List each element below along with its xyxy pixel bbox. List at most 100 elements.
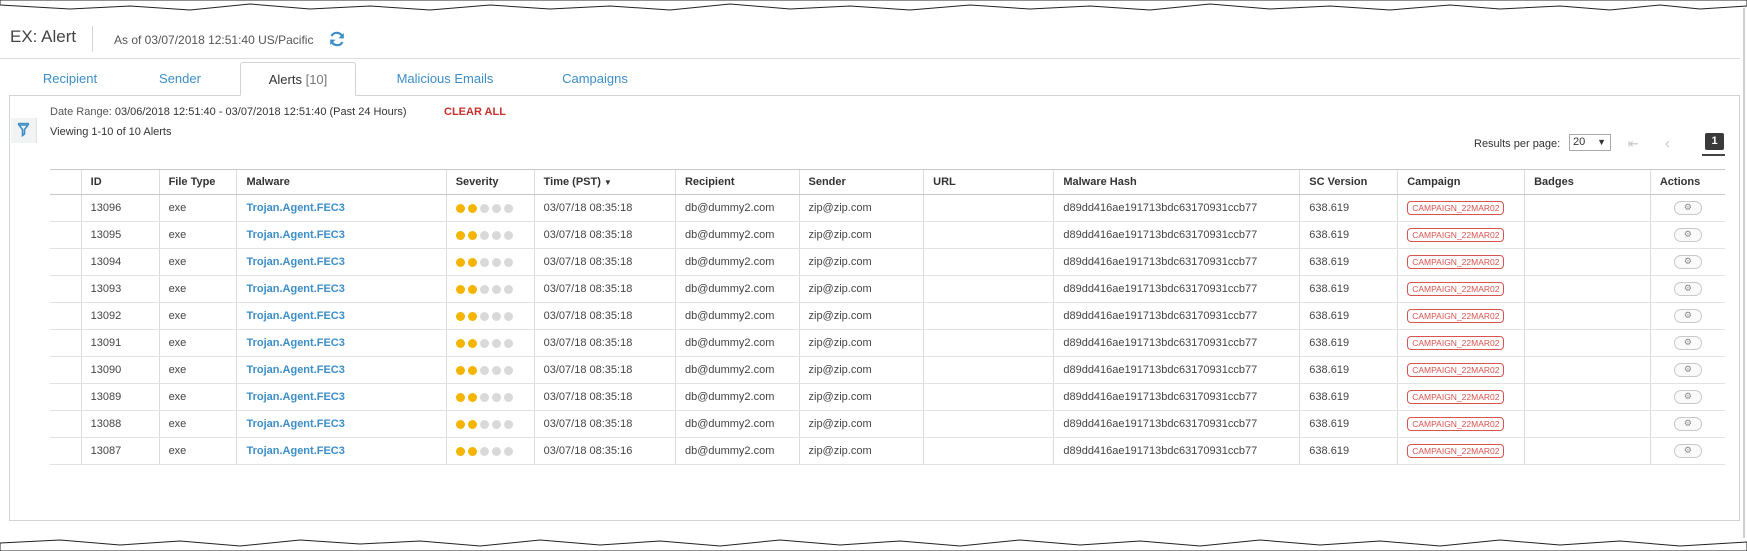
malware-link[interactable]: Trojan.Agent.FEC3: [236, 383, 447, 411]
column-header-badges[interactable]: Badges: [1524, 169, 1651, 195]
gear-icon[interactable]: ⚙: [1673, 417, 1702, 431]
results-per-page-value: 20: [1573, 136, 1586, 148]
table-row[interactable]: 13094 exe Trojan.Agent.FEC3 03/07/18 08:35:…: [50, 248, 1725, 276]
malware-link[interactable]: Trojan.Agent.FEC3: [236, 302, 447, 330]
row-select-cell[interactable]: [50, 329, 82, 357]
tab-alerts[interactable]: Alerts [10]: [240, 62, 356, 96]
row-select-cell[interactable]: [50, 194, 82, 222]
table-row[interactable]: 13088 exe Trojan.Agent.FEC3 03/07/18 08:35:…: [50, 410, 1725, 438]
row-select-cell[interactable]: [50, 410, 82, 438]
campaign-badge[interactable]: CAMPAIGN_22MAR02: [1407, 309, 1505, 323]
column-header-file-type[interactable]: File Type: [158, 169, 237, 195]
severity-dot: [455, 419, 465, 429]
severity-dot: [467, 392, 477, 402]
row-select-cell[interactable]: [50, 275, 82, 303]
table-row[interactable]: 13092 exe Trojan.Agent.FEC3 03/07/18 08:35:…: [50, 302, 1725, 330]
row-select-cell[interactable]: [50, 248, 82, 276]
malware-link[interactable]: Trojan.Agent.FEC3: [236, 356, 447, 384]
table-row[interactable]: 13091 exe Trojan.Agent.FEC3 03/07/18 08:35:…: [50, 329, 1725, 357]
row-select-cell[interactable]: [50, 437, 82, 465]
gear-icon[interactable]: ⚙: [1673, 363, 1702, 377]
table-header-row: ID File Type Malware Severity Time (PST)…: [50, 169, 1725, 195]
gear-icon[interactable]: ⚙: [1673, 444, 1702, 458]
campaign-badge[interactable]: CAMPAIGN_22MAR02: [1407, 201, 1505, 215]
prev-page-icon[interactable]: ‹: [1665, 135, 1670, 152]
gear-icon[interactable]: ⚙: [1673, 201, 1702, 215]
filter-toggle-button[interactable]: [11, 118, 37, 143]
gear-icon[interactable]: ⚙: [1673, 390, 1702, 404]
campaign-badge[interactable]: CAMPAIGN_22MAR02: [1407, 255, 1505, 269]
column-header-sender[interactable]: Sender: [798, 169, 924, 195]
refresh-icon[interactable]: [328, 30, 346, 48]
alert-id: 13089: [80, 383, 160, 411]
row-select-cell[interactable]: [50, 356, 82, 384]
malware-link[interactable]: Trojan.Agent.FEC3: [236, 437, 447, 465]
column-header-sc-version[interactable]: SC Version: [1299, 169, 1398, 195]
column-header-malware-hash[interactable]: Malware Hash: [1053, 169, 1300, 195]
page-header: EX: Alert As of 03/07/2018 12:51:40 US/P…: [0, 12, 1740, 59]
badges-cell: [1524, 383, 1651, 411]
malware-hash: d89dd416ae191713bdc63170931ccb77: [1053, 221, 1300, 249]
table-row[interactable]: 13087 exe Trojan.Agent.FEC3 03/07/18 08:35:…: [50, 437, 1725, 465]
campaign-badge[interactable]: CAMPAIGN_22MAR02: [1407, 417, 1505, 431]
row-select-cell[interactable]: [50, 302, 82, 330]
malware-link[interactable]: Trojan.Agent.FEC3: [236, 329, 447, 357]
row-select-cell[interactable]: [50, 383, 82, 411]
viewing-count: Viewing 1-10 of 10 Alerts: [50, 126, 172, 138]
tab-bar: Recipient Sender Alerts [10] Malicious E…: [0, 62, 1740, 96]
table-row[interactable]: 13090 exe Trojan.Agent.FEC3 03/07/18 08:35:…: [50, 356, 1725, 384]
malware-link[interactable]: Trojan.Agent.FEC3: [236, 275, 447, 303]
gear-icon[interactable]: ⚙: [1673, 228, 1702, 242]
malware-link[interactable]: Trojan.Agent.FEC3: [236, 410, 447, 438]
gear-icon[interactable]: ⚙: [1673, 336, 1702, 350]
column-header-malware[interactable]: Malware: [236, 169, 447, 195]
column-header-severity[interactable]: Severity: [445, 169, 535, 195]
table-row[interactable]: 13093 exe Trojan.Agent.FEC3 03/07/18 08:35:…: [50, 275, 1725, 303]
gear-icon[interactable]: ⚙: [1673, 282, 1702, 296]
column-header-actions: Actions: [1649, 169, 1725, 195]
severity-dot: [455, 230, 465, 240]
tab-malicious-emails[interactable]: Malicious Emails: [380, 62, 510, 95]
malware-hash: d89dd416ae191713bdc63170931ccb77: [1053, 329, 1300, 357]
campaign-badge[interactable]: CAMPAIGN_22MAR02: [1407, 444, 1505, 458]
first-page-icon[interactable]: ⇤: [1628, 136, 1639, 152]
table-row[interactable]: 13095 exe Trojan.Agent.FEC3 03/07/18 08:35:…: [50, 221, 1725, 249]
severity-dot: [455, 446, 465, 456]
sc-version: 638.619: [1299, 410, 1398, 438]
severity-dots: [455, 229, 516, 241]
badges-cell: [1524, 194, 1651, 222]
results-per-page-select[interactable]: 20 ▼: [1569, 134, 1611, 151]
column-header-recipient[interactable]: Recipient: [674, 169, 799, 195]
alert-time: 03/07/18 08:35:18: [533, 383, 676, 411]
sender-email: zip@zip.com: [798, 194, 924, 222]
column-header-id[interactable]: ID: [80, 169, 160, 195]
gear-icon[interactable]: ⚙: [1673, 309, 1702, 323]
tab-campaigns[interactable]: Campaigns: [545, 62, 645, 95]
campaign-badge[interactable]: CAMPAIGN_22MAR02: [1407, 390, 1505, 404]
alert-id: 13091: [80, 329, 160, 357]
column-header-time[interactable]: Time (PST) ▼: [533, 169, 676, 195]
campaign-badge[interactable]: CAMPAIGN_22MAR02: [1407, 282, 1505, 296]
campaign-badge[interactable]: CAMPAIGN_22MAR02: [1407, 363, 1505, 377]
campaign-badge[interactable]: CAMPAIGN_22MAR02: [1407, 336, 1505, 350]
column-header-url[interactable]: URL: [923, 169, 1054, 195]
table-row[interactable]: 13096 exe Trojan.Agent.FEC3 03/07/18 08:35:…: [50, 194, 1725, 222]
severity-dots: [455, 283, 516, 295]
current-page-button[interactable]: 1: [1705, 133, 1724, 150]
clear-all-button[interactable]: CLEAR ALL: [444, 106, 506, 118]
gear-icon[interactable]: ⚙: [1673, 255, 1702, 269]
campaign-badge[interactable]: CAMPAIGN_22MAR02: [1407, 228, 1505, 242]
tab-recipient[interactable]: Recipient: [20, 62, 120, 95]
malware-link[interactable]: Trojan.Agent.FEC3: [236, 194, 447, 222]
url-cell: [923, 302, 1054, 330]
tab-sender[interactable]: Sender: [135, 62, 225, 95]
alert-time: 03/07/18 08:35:18: [533, 356, 676, 384]
row-select-cell[interactable]: [50, 221, 82, 249]
malware-link[interactable]: Trojan.Agent.FEC3: [236, 221, 447, 249]
column-header-campaign[interactable]: Campaign: [1397, 169, 1525, 195]
table-row[interactable]: 13089 exe Trojan.Agent.FEC3 03/07/18 08:35:…: [50, 383, 1725, 411]
malware-link[interactable]: Trojan.Agent.FEC3: [236, 248, 447, 276]
alert-id: 13088: [80, 410, 160, 438]
severity-rating: [445, 221, 535, 249]
badges-cell: [1524, 302, 1651, 330]
